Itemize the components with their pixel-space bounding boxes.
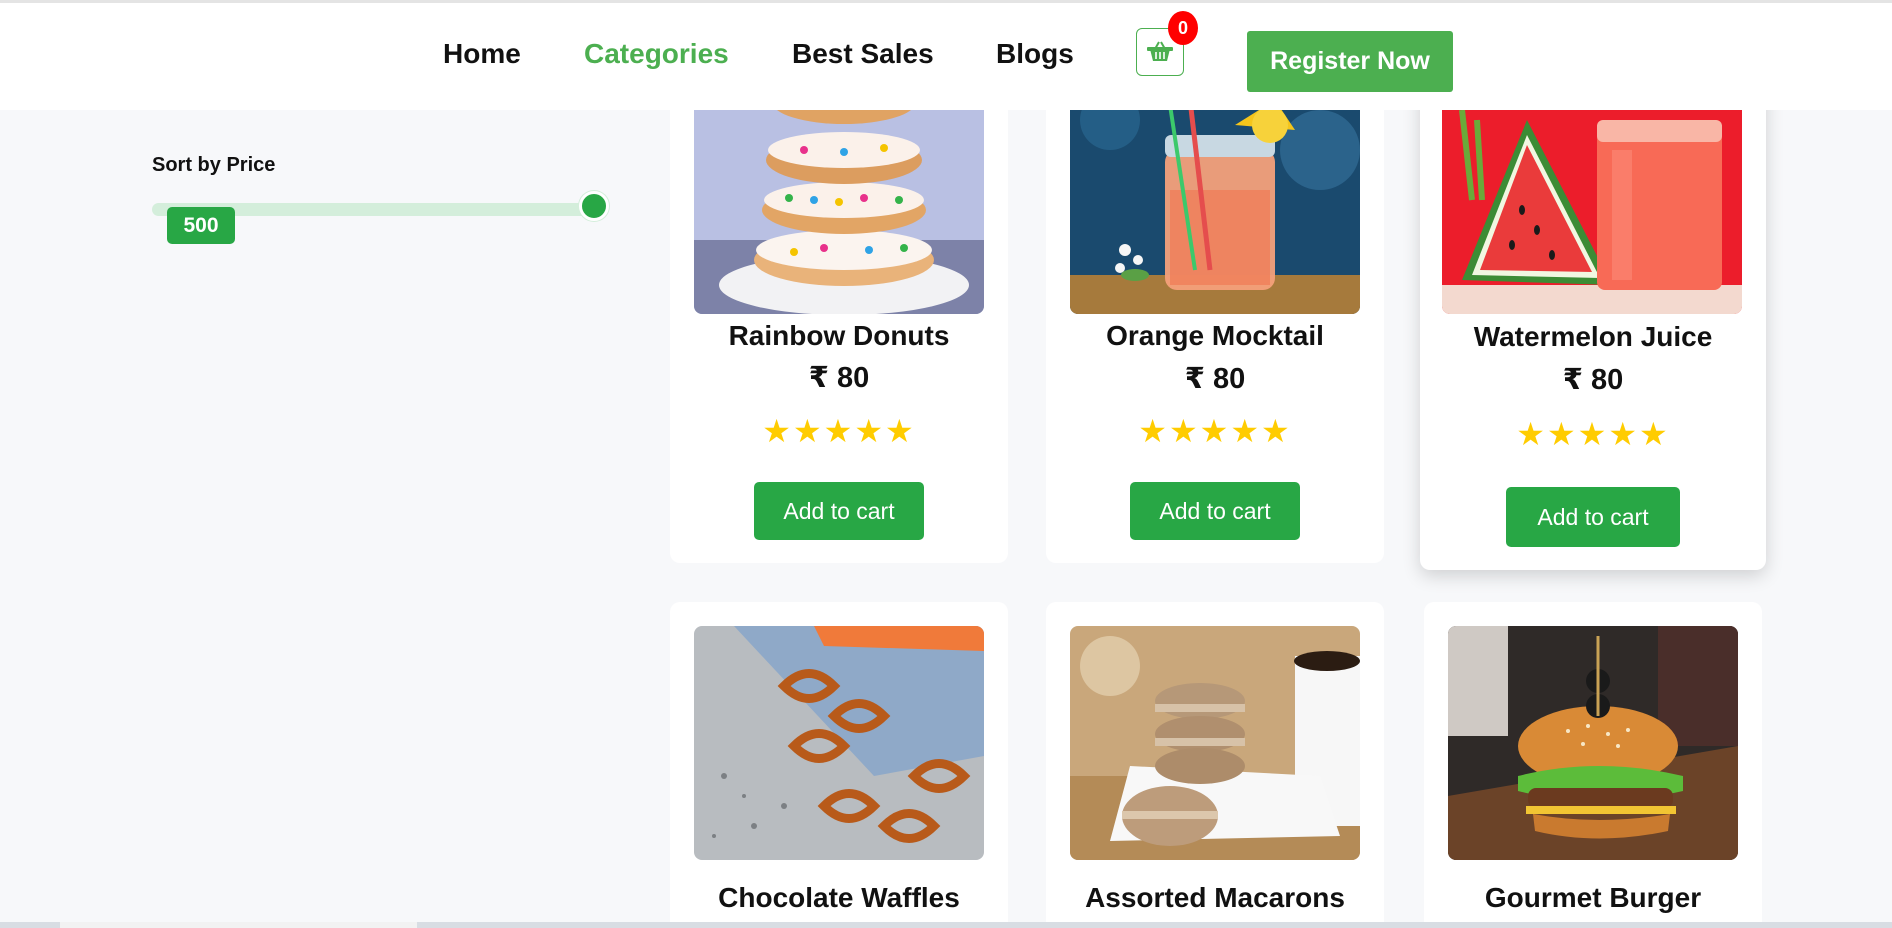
donuts-photo[interactable] [694, 80, 984, 314]
watermelon-juice-photo[interactable] [1442, 80, 1742, 314]
sort-by-price-label: Sort by Price [152, 154, 276, 176]
product-card: Assorted Macarons [1046, 602, 1384, 928]
product-name: Assorted Macarons [1085, 882, 1345, 913]
pretzels-photo[interactable] [694, 626, 984, 860]
product-card: Rainbow Donuts ₹ 80 ★★★★★ Add to cart [670, 80, 1008, 563]
nav-blogs[interactable]: Blogs [996, 38, 1074, 70]
basket-icon [1147, 41, 1173, 61]
product-card: Orange Mocktail ₹ 80 ★★★★★ Add to cart [1046, 80, 1384, 563]
cart-count-badge: 0 [1168, 11, 1198, 45]
nav-best-sales[interactable]: Best Sales [792, 38, 934, 70]
rating-stars: ★★★★★ [1138, 413, 1292, 449]
product-card: Chocolate Waffles [670, 602, 1008, 928]
product-name: Gourmet Burger [1484, 882, 1702, 913]
price-slider-thumb[interactable] [579, 191, 609, 221]
price-slider-value: 500 [167, 207, 235, 244]
product-name: Watermelon Juice [1473, 321, 1713, 352]
rating-stars: ★★★★★ [762, 413, 916, 449]
nav-home[interactable]: Home [443, 38, 521, 70]
product-name: Orange Mocktail [1106, 320, 1324, 351]
product-price: ₹ 80 [808, 362, 870, 394]
mocktail-photo[interactable] [1070, 80, 1360, 314]
product-name: Rainbow Donuts [728, 320, 950, 351]
scrollbar-thumb[interactable] [60, 922, 417, 928]
rating-stars: ★★★★★ [1516, 416, 1670, 452]
burger-photo[interactable] [1448, 626, 1738, 860]
nav-categories[interactable]: Categories [584, 38, 729, 70]
add-to-cart-button[interactable]: Add to cart [1130, 482, 1300, 540]
product-card: Watermelon Juice ₹ 80 ★★★★★ Add to cart [1420, 80, 1766, 570]
product-name: Chocolate Waffles [718, 882, 960, 913]
add-to-cart-button[interactable]: Add to cart [754, 482, 924, 540]
product-price: ₹ 80 [1562, 364, 1624, 396]
product-card: Gourmet Burger [1424, 602, 1762, 928]
add-to-cart-button[interactable]: Add to cart [1506, 487, 1680, 547]
product-price: ₹ 80 [1184, 363, 1246, 395]
macarons-photo[interactable] [1070, 626, 1360, 860]
register-now-button[interactable]: Register Now [1247, 31, 1453, 92]
